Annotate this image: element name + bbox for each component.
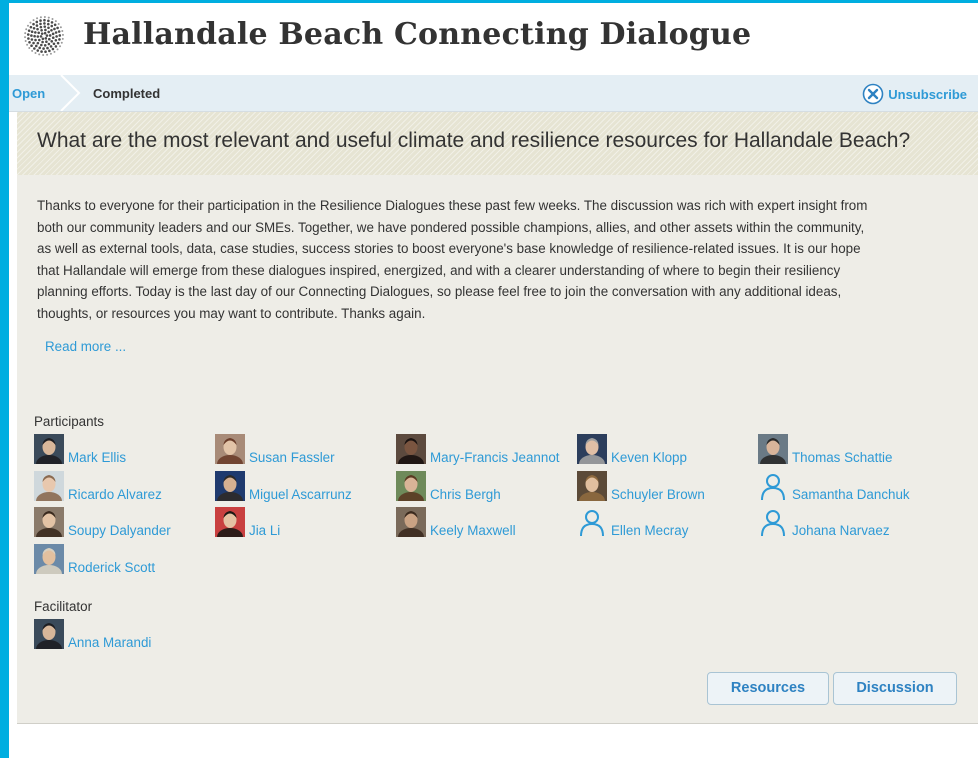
participant-name-link[interactable]: Samantha Danchuk	[792, 487, 910, 502]
dialogue-panel: Thanks to everyone for their participati…	[17, 175, 978, 724]
participant-name-link[interactable]: Mary-Francis Jeannot	[430, 450, 560, 465]
participant-name-link[interactable]: Anna Marandi	[68, 635, 151, 650]
participant-name-link[interactable]: Keely Maxwell	[430, 523, 516, 538]
participant-name-link[interactable]: Miguel Ascarrunz	[249, 487, 352, 502]
description-line: that Hallandale will emerge from these d…	[37, 262, 841, 278]
breadcrumb-open-link[interactable]: Open	[12, 86, 45, 101]
dialogue-description: Thanks to everyone for their participati…	[37, 195, 955, 324]
participant-name-link[interactable]: Chris Bergh	[430, 487, 501, 502]
participant-name-link[interactable]: Ricardo Alvarez	[68, 487, 162, 502]
participant-name-link[interactable]: Thomas Schattie	[792, 450, 892, 465]
avatar	[396, 434, 426, 464]
avatar	[577, 434, 607, 464]
avatar	[758, 434, 788, 464]
breadcrumb-completed-label: Completed	[93, 86, 161, 101]
breadcrumb-chevron-icon	[60, 75, 81, 111]
avatar	[34, 543, 64, 574]
avatar	[34, 434, 64, 464]
question-title: What are the most relevant and useful cl…	[37, 129, 911, 152]
default-user-icon	[577, 507, 607, 537]
breadcrumb: Open Completed Unsubscribe	[9, 75, 978, 112]
participants-heading: Participants	[34, 414, 104, 429]
avatar	[215, 434, 245, 464]
description-line: thoughts, or resources you may want to c…	[37, 305, 426, 321]
avatar	[577, 470, 607, 501]
default-user-icon	[758, 507, 788, 537]
description-line: as well as external tools, data, case st…	[37, 241, 861, 256]
default-user-icon	[758, 471, 788, 501]
participant-name-link[interactable]: Mark Ellis	[68, 450, 126, 465]
description-line: planning efforts. Today is the last day …	[37, 284, 842, 299]
avatar	[34, 470, 64, 501]
dotted-sphere-logo-icon	[18, 10, 70, 62]
avatar	[34, 619, 64, 649]
unsubscribe-button[interactable]: Unsubscribe	[862, 83, 967, 105]
avatar	[396, 507, 426, 537]
avatar	[396, 470, 426, 501]
app-title: Hallandale Beach Connecting Dialogue	[83, 17, 752, 52]
resources-button[interactable]: Resources	[707, 672, 829, 705]
participant-name-link[interactable]: Ellen Mecray	[611, 523, 688, 538]
discussion-button[interactable]: Discussion	[833, 672, 957, 705]
app-header: Hallandale Beach Connecting Dialogue	[9, 3, 978, 75]
read-more-link[interactable]: Read more ...	[45, 339, 126, 354]
participant-name-link[interactable]: Susan Fassler	[249, 450, 335, 465]
facilitator-heading: Facilitator	[34, 599, 93, 614]
participant-name-link[interactable]: Keven Klopp	[611, 450, 687, 465]
frame-left-border	[0, 0, 9, 758]
question-banner: What are the most relevant and useful cl…	[17, 112, 978, 175]
description-line: Thanks to everyone for their participati…	[37, 198, 868, 213]
participant-name-link[interactable]: Schuyler Brown	[611, 487, 705, 502]
avatar	[215, 507, 245, 537]
description-line: both our community leaders and our SMEs.…	[37, 219, 865, 235]
close-circle-icon	[862, 83, 884, 105]
avatar	[34, 507, 64, 537]
participant-name-link[interactable]: Johana Narvaez	[792, 523, 890, 538]
participant-name-link[interactable]: Soupy Dalyander	[68, 523, 171, 538]
participant-name-link[interactable]: Jia Li	[249, 523, 280, 538]
participant-name-link[interactable]: Roderick Scott	[68, 560, 155, 575]
unsubscribe-label: Unsubscribe	[888, 86, 967, 102]
avatar	[215, 470, 245, 501]
